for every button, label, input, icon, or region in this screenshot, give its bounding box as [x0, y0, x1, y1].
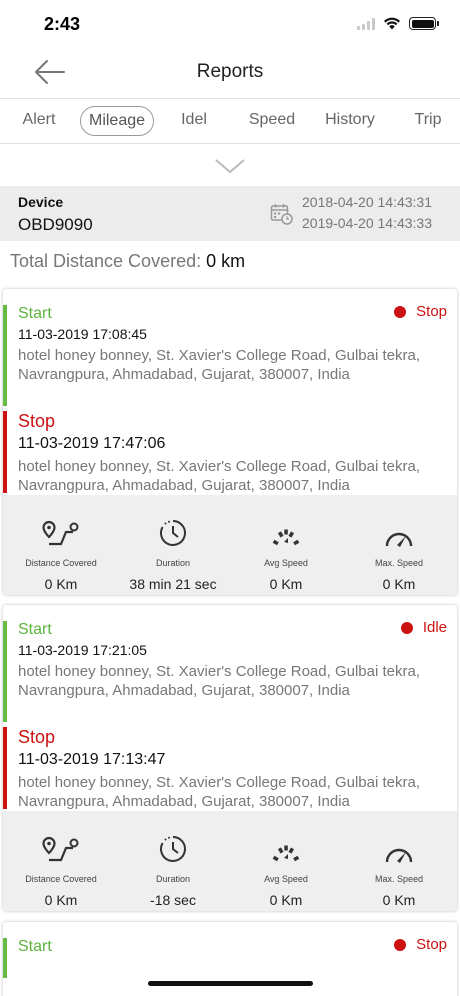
start-title: Start [18, 621, 52, 638]
stop-leg: Stop 11-03-2019 17:13:47 hotel honey bon… [3, 727, 457, 810]
device-name: OBD9090 [18, 215, 93, 234]
stat-avg-value: 0 Km [269, 576, 303, 592]
start-bar [3, 938, 7, 978]
report-tabs: Alert Mileage Idel Speed History Trip [0, 98, 460, 144]
calendar-icon[interactable] [270, 202, 294, 226]
home-indicator[interactable] [148, 981, 313, 986]
page-title: Reports [196, 61, 264, 82]
tab-idel[interactable]: Idel [172, 106, 216, 136]
start-leg: Start [3, 938, 457, 978]
total-distance-label: Total Distance Covered: [10, 251, 202, 271]
stat-distance-value: 0 Km [44, 576, 78, 592]
stop-leg: Stop 11-03-2019 17:47:06 hotel honey bon… [3, 411, 457, 494]
stop-title: Stop [18, 411, 56, 431]
stat-avg-speed: Avg Speed 0 Km [231, 811, 341, 908]
filter-toggle[interactable] [0, 144, 460, 186]
stop-bar [3, 411, 7, 493]
stop-time: 11-03-2019 17:13:47 [18, 751, 166, 768]
speedometer-dots-icon [272, 529, 300, 546]
speedometer-icon [385, 848, 413, 863]
status-icons [357, 17, 439, 30]
stat-avg-value: 0 Km [269, 892, 303, 908]
stat-max-speed: Max. Speed 0 Km [344, 811, 454, 908]
stop-address: hotel honey bonney, St. Xavier's College… [18, 458, 420, 494]
stop-bar [3, 727, 7, 809]
stat-avg-label: Avg Speed [264, 874, 308, 884]
clock-icon [160, 520, 186, 546]
nav-bar: Reports [0, 48, 460, 98]
stat-duration-label: Duration [155, 558, 191, 568]
trip-stats: Distance Covered 0 Km Duration 38 min 21… [3, 495, 457, 595]
wifi-icon [384, 17, 400, 30]
stat-distance: Distance Covered 0 Km [6, 495, 116, 592]
stat-max-value: 0 Km [382, 576, 416, 592]
stat-max-label: Max. Speed [374, 874, 424, 884]
status-time: 2:43 [44, 14, 81, 34]
total-distance: Total Distance Covered: 0 km [0, 241, 460, 281]
device-label: Device [18, 194, 64, 210]
tab-trip[interactable]: Trip [408, 106, 448, 136]
stat-distance-label: Distance Covered [25, 874, 97, 884]
start-time: 11-03-2019 17:21:05 [18, 642, 147, 658]
status-bar: 2:43 [0, 0, 460, 48]
stat-duration-value: -18 sec [150, 892, 196, 908]
tab-history[interactable]: History [320, 106, 380, 136]
date-to[interactable]: 2019-04-20 14:43:33 [302, 215, 432, 231]
tab-speed[interactable]: Speed [244, 106, 300, 136]
stop-title: Stop [18, 727, 56, 747]
trip-stats: Distance Covered 0 Km Duration -18 sec A… [3, 811, 457, 911]
trip-card[interactable]: Idle Start 11-03-2019 17:21:05 hotel hon… [3, 605, 457, 911]
stat-duration-label: Duration [155, 874, 191, 884]
route-icon [42, 836, 79, 862]
speedometer-dots-icon [272, 845, 300, 862]
stat-avg-label: Avg Speed [264, 558, 308, 568]
speedometer-icon [385, 532, 413, 547]
start-leg: Start 11-03-2019 17:08:45 hotel honey bo… [3, 305, 457, 406]
stop-address: hotel honey bonney, St. Xavier's College… [18, 774, 420, 810]
date-from[interactable]: 2018-04-20 14:43:31 [302, 194, 432, 210]
cellular-signal-icon [357, 17, 375, 30]
total-distance-value: 0 km [206, 251, 246, 271]
clock-icon [160, 836, 186, 862]
start-address: hotel honey bonney, St. Xavier's College… [18, 663, 420, 699]
stat-distance-label: Distance Covered [25, 558, 97, 568]
start-title: Start [18, 305, 52, 322]
route-icon [42, 520, 79, 546]
stat-duration: Duration -18 sec [118, 811, 228, 908]
start-address: hotel honey bonney, St. Xavier's College… [18, 347, 420, 383]
battery-icon [409, 17, 439, 30]
stat-max-speed: Max. Speed 0 Km [344, 495, 454, 592]
start-time: 11-03-2019 17:08:45 [18, 326, 147, 342]
stat-duration: Duration 38 min 21 sec [118, 495, 228, 592]
start-leg: Start 11-03-2019 17:21:05 hotel honey bo… [3, 621, 457, 722]
stat-distance-value: 0 Km [44, 892, 78, 908]
start-bar [3, 621, 7, 722]
device-panel: Device OBD9090 2018-04-20 14:43:31 2019-… [0, 186, 460, 241]
start-title: Start [18, 938, 52, 955]
stat-avg-speed: Avg Speed 0 Km [231, 495, 341, 592]
stat-distance: Distance Covered 0 Km [6, 811, 116, 908]
tab-mileage[interactable]: Mileage [80, 106, 154, 136]
chevron-down-icon [215, 159, 245, 174]
stat-max-value: 0 Km [382, 892, 416, 908]
stat-duration-value: 38 min 21 sec [129, 576, 217, 592]
trip-card[interactable]: Stop Start 11-03-2019 17:08:45 hotel hon… [3, 289, 457, 595]
start-bar [3, 305, 7, 406]
tab-alert[interactable]: Alert [16, 106, 62, 136]
stat-max-label: Max. Speed [374, 558, 424, 568]
stop-time: 11-03-2019 17:47:06 [18, 435, 166, 452]
